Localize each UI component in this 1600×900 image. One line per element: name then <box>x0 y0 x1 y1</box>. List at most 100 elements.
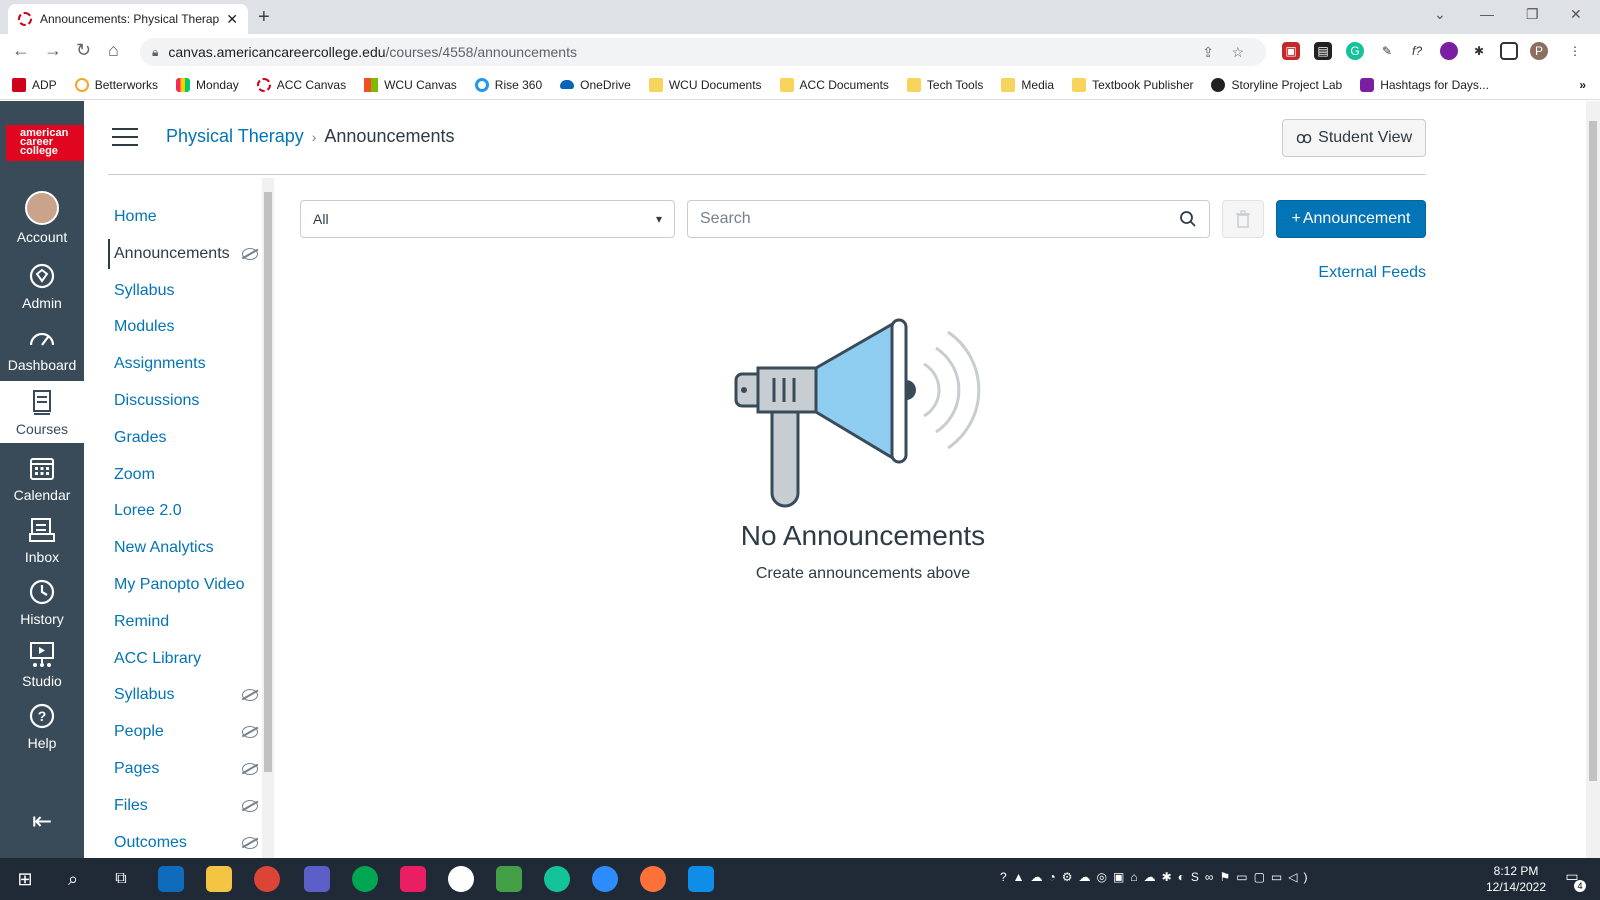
new-tab-button[interactable]: + <box>258 6 270 29</box>
forward-icon[interactable]: → <box>44 40 62 61</box>
delete-button[interactable] <box>1222 200 1264 238</box>
add-announcement-button[interactable]: + Announcement <box>1276 200 1426 238</box>
reload-icon[interactable]: ↻ <box>76 40 91 61</box>
bookmark-adp[interactable]: ADP <box>12 77 57 92</box>
chrome-icon[interactable] <box>254 866 280 892</box>
external-feeds-link[interactable]: External Feeds <box>1300 264 1426 282</box>
bookmark-media[interactable]: Media <box>1001 77 1054 92</box>
bookmark-betterworks[interactable]: Betterworks <box>74 77 158 92</box>
address-bar[interactable]: 🔒︎ canvas.americancareercollege.edu/cour… <box>140 38 1266 66</box>
minimize-button[interactable]: — <box>1480 6 1494 22</box>
close-tab-icon[interactable]: ✕ <box>226 11 238 28</box>
course-nav-new-analytics[interactable]: New Analytics <box>108 533 260 563</box>
bookmark-acc-canvas[interactable]: ACC Canvas <box>256 77 346 92</box>
side-panel-icon[interactable] <box>1500 42 1518 60</box>
bookmark-onedrive[interactable]: OneDrive <box>560 78 631 92</box>
global-nav-courses[interactable]: Courses <box>0 381 84 443</box>
firefox-icon[interactable] <box>640 866 666 892</box>
teams-icon[interactable] <box>304 866 330 892</box>
global-nav-admin[interactable]: Admin <box>0 261 84 317</box>
scrollbar-thumb[interactable] <box>264 192 272 772</box>
announcement-filter-select[interactable]: All ▾ <box>300 200 675 238</box>
more-bookmarks-icon[interactable]: » <box>1579 78 1586 92</box>
search-input[interactable]: Search <box>687 200 1210 238</box>
student-view-button[interactable]: ꝏ Student View <box>1282 119 1426 157</box>
course-nav-zoom[interactable]: Zoom <box>108 460 260 490</box>
course-nav-syllabus[interactable]: Syllabus <box>108 276 260 306</box>
page-scrollbar[interactable] <box>1586 101 1600 858</box>
bookmark-textbook-publisher[interactable]: Textbook Publisher <box>1072 77 1193 92</box>
bookmark-storyline-project-lab[interactable]: Storyline Project Lab <box>1211 77 1342 92</box>
grammarly-extension-icon[interactable]: G <box>1346 42 1364 60</box>
extensions-puzzle-icon[interactable]: ✱ <box>1470 42 1488 60</box>
course-nav-acc-library[interactable]: ACC Library <box>108 644 260 674</box>
course-nav-pages[interactable]: Pages <box>108 754 260 784</box>
global-nav-inbox[interactable]: Inbox <box>0 515 84 571</box>
course-nav-grades[interactable]: Grades <box>108 423 260 453</box>
bookmark-tech-tools[interactable]: Tech Tools <box>906 77 983 92</box>
global-nav-account[interactable]: Account <box>0 191 84 249</box>
close-window-button[interactable]: ✕ <box>1570 6 1582 23</box>
course-nav-outcomes[interactable]: Outcomes <box>108 828 260 858</box>
college-logo[interactable]: american career college <box>6 125 84 161</box>
course-nav-syllabus-hidden[interactable]: Syllabus <box>108 680 260 710</box>
outlook-icon[interactable] <box>158 866 184 892</box>
course-nav-announcements[interactable]: Announcements <box>108 239 260 269</box>
global-nav-help[interactable]: ? Help <box>0 701 84 757</box>
profile-avatar-icon[interactable]: P <box>1530 42 1548 60</box>
course-nav-panopto[interactable]: My Panopto Video <box>108 570 260 600</box>
course-nav-remind[interactable]: Remind <box>108 607 260 637</box>
course-nav-discussions[interactable]: Discussions <box>108 386 260 416</box>
global-nav-calendar[interactable]: Calendar <box>0 453 84 509</box>
slack-icon[interactable] <box>448 866 474 892</box>
windows-start-icon[interactable]: ⊞ <box>12 866 38 892</box>
chrome-menu-icon[interactable]: ⋮ <box>1566 42 1584 60</box>
course-nav-scrollbar[interactable] <box>262 178 274 858</box>
snip-icon[interactable] <box>400 866 426 892</box>
extension-cast-icon[interactable]: ▤ <box>1314 42 1332 60</box>
search-icon[interactable]: ⌕ <box>60 866 86 892</box>
bookmark-wcu-documents[interactable]: WCU Documents <box>648 77 762 92</box>
bookmark-hashtags-for-days[interactable]: Hashtags for Days... <box>1360 77 1489 92</box>
bookmark-star-icon[interactable]: ☆ <box>1231 44 1244 61</box>
bookmark-label: Hashtags for Days... <box>1380 77 1489 92</box>
color-picker-extension-icon[interactable] <box>1440 42 1458 60</box>
back-icon[interactable]: ← <box>12 40 30 61</box>
browser-tab[interactable]: Announcements: Physical Therap ✕ <box>8 4 248 34</box>
global-nav-dashboard[interactable]: Dashboard <box>0 323 84 379</box>
course-nav-files[interactable]: Files <box>108 791 260 821</box>
share-icon[interactable]: ⇪ <box>1202 44 1214 61</box>
teamviewer-icon[interactable] <box>688 866 714 892</box>
extension-shield-icon[interactable]: ▣ <box>1282 42 1300 60</box>
course-nav-loree[interactable]: Loree 2.0 <box>108 496 260 526</box>
file-explorer-icon[interactable] <box>206 866 232 892</box>
tab-search-icon[interactable]: ⌄ <box>1434 6 1446 23</box>
bookmark-monday[interactable]: Monday <box>176 77 239 92</box>
global-nav-history[interactable]: History <box>0 577 84 633</box>
course-menu-toggle-icon[interactable] <box>112 128 138 148</box>
taskbar-clock[interactable]: 8:12 PM 12/14/2022 <box>1476 863 1556 895</box>
course-nav-people[interactable]: People <box>108 717 260 747</box>
breadcrumb-course-link[interactable]: Physical Therapy <box>166 126 304 147</box>
grammarly-icon[interactable] <box>544 866 570 892</box>
restore-button[interactable]: ❐ <box>1526 6 1539 23</box>
formula-extension-icon[interactable]: f? <box>1408 42 1426 60</box>
course-nav-modules[interactable]: Modules <box>108 312 260 342</box>
course-nav-home[interactable]: Home <box>108 202 260 232</box>
app-green-icon[interactable] <box>352 866 378 892</box>
course-nav-assignments[interactable]: Assignments <box>108 349 260 379</box>
eyedropper-extension-icon[interactable]: ✎ <box>1378 42 1396 60</box>
collapse-nav-icon[interactable]: ⇤ <box>0 807 84 836</box>
bookmark-acc-documents[interactable]: ACC Documents <box>779 77 889 92</box>
global-nav-studio[interactable]: Studio <box>0 639 84 695</box>
zoom-icon[interactable] <box>592 866 618 892</box>
bookmark-rise-360[interactable]: Rise 360 <box>474 77 542 92</box>
notification-center-button[interactable]: ▭ 4 <box>1560 868 1586 892</box>
system-tray-icons[interactable]: ?▲☁◔⚙☁◎▣⌂☁✱◐S∞⚑▭▢▭◁) <box>1000 870 1460 888</box>
scrollbar-thumb[interactable] <box>1589 121 1597 781</box>
bookmark-wcu-canvas[interactable]: WCU Canvas <box>364 77 457 92</box>
home-icon[interactable]: ⌂ <box>108 40 119 61</box>
camtasia-icon[interactable] <box>496 866 522 892</box>
task-view-icon[interactable]: ⧉ <box>108 866 134 892</box>
course-nav-label: Zoom <box>114 466 155 483</box>
